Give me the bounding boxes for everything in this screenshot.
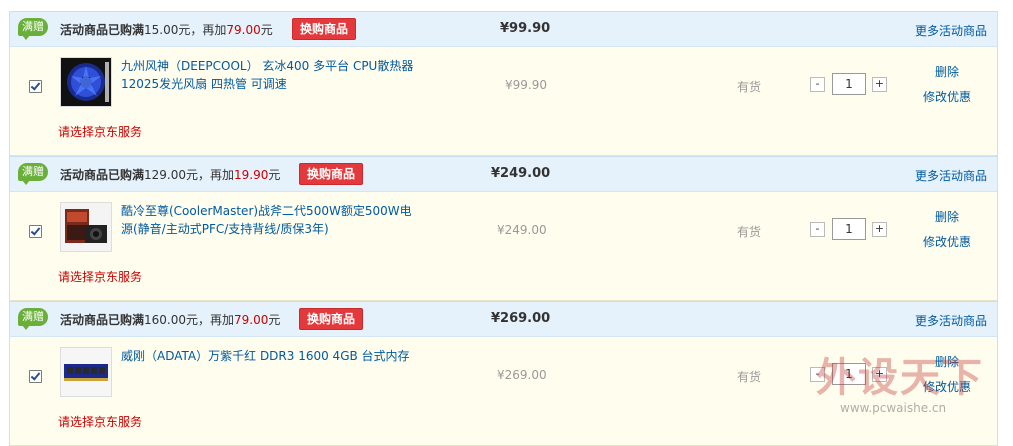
item-checkbox[interactable] [29, 370, 42, 383]
decrease-quantity-button[interactable]: - [810, 77, 825, 92]
jd-service-link[interactable]: 请选择京东服务 [58, 268, 142, 285]
more-promo-items-link[interactable]: 更多活动商品 [915, 167, 987, 184]
promo-header: 满赠 活动商品已购满160.00元，再加79.00元 换购商品 ¥269.00 … [10, 301, 997, 337]
product-title-link[interactable]: 酷冷至尊(CoolerMaster)战斧二代500W额定500W电源(静音/主动… [121, 202, 421, 238]
increase-quantity-button[interactable]: + [872, 77, 887, 92]
product-title-link[interactable]: 威刚（ADATA）万紫千红 DDR3 1600 4GB 台式内存 [121, 347, 421, 365]
jd-service-link[interactable]: 请选择京东服务 [58, 413, 142, 430]
more-promo-items-link[interactable]: 更多活动商品 [915, 312, 987, 329]
quantity-input[interactable]: 1 [832, 218, 866, 240]
promo-group: 满赠 活动商品已购满160.00元，再加79.00元 换购商品 ¥269.00 … [9, 301, 998, 446]
unit-price: ¥99.90 [505, 78, 547, 92]
group-total: ¥99.90 [500, 21, 551, 36]
unit-price: ¥269.00 [497, 368, 547, 382]
edit-promo-link[interactable]: 修改优惠 [923, 233, 971, 250]
group-total: ¥249.00 [491, 166, 551, 181]
quantity-input[interactable]: 1 [832, 73, 866, 95]
product-title-link[interactable]: 九州风神（DEEPCOOL） 玄冰400 多平台 CPU散热器 12025发光风… [121, 57, 421, 93]
swap-items-button[interactable]: 换购商品 [299, 163, 364, 185]
edit-promo-link[interactable]: 修改优惠 [923, 378, 971, 395]
product-image[interactable] [60, 347, 112, 397]
stock-status: 有货 [737, 370, 762, 384]
gift-tag: 满赠 [18, 308, 48, 330]
stock-status: 有货 [737, 80, 762, 94]
quantity-input[interactable]: 1 [832, 363, 866, 385]
promo-group: 满赠 活动商品已购满15.00元，再加79.00元 换购商品 ¥99.90 更多… [9, 11, 998, 156]
decrease-quantity-button[interactable]: - [810, 222, 825, 237]
jd-service-link[interactable]: 请选择京东服务 [58, 123, 142, 140]
product-image[interactable] [60, 202, 112, 252]
unit-price: ¥249.00 [497, 223, 547, 237]
promo-group: 满赠 活动商品已购满129.00元，再加19.90元 换购商品 ¥249.00 … [9, 156, 998, 301]
promo-text: 活动商品已购满129.00元，再加19.90元 [60, 168, 281, 182]
item-checkbox[interactable] [29, 80, 42, 93]
decrease-quantity-button[interactable]: - [810, 367, 825, 382]
cart-list: 满赠 活动商品已购满15.00元，再加79.00元 换购商品 ¥99.90 更多… [9, 0, 998, 446]
promo-text: 活动商品已购满15.00元，再加79.00元 [60, 23, 273, 37]
item-checkbox[interactable] [29, 225, 42, 238]
delete-link[interactable]: 删除 [935, 208, 959, 225]
promo-header: 满赠 活动商品已购满129.00元，再加19.90元 换购商品 ¥249.00 … [10, 156, 997, 192]
swap-items-button[interactable]: 换购商品 [299, 308, 364, 330]
group-total: ¥269.00 [491, 311, 551, 326]
product-image[interactable] [60, 57, 112, 107]
swap-items-button[interactable]: 换购商品 [292, 18, 357, 40]
increase-quantity-button[interactable]: + [872, 367, 887, 382]
cart-item-row: 酷冷至尊(CoolerMaster)战斧二代500W额定500W电源(静音/主动… [10, 192, 997, 301]
delete-link[interactable]: 删除 [935, 353, 959, 370]
increase-quantity-button[interactable]: + [872, 222, 887, 237]
gift-tag: 满赠 [18, 18, 48, 40]
gift-tag: 满赠 [18, 163, 48, 185]
cart-item-row: 九州风神（DEEPCOOL） 玄冰400 多平台 CPU散热器 12025发光风… [10, 47, 997, 156]
cart-item-row: 威刚（ADATA）万紫千红 DDR3 1600 4GB 台式内存 ¥269.00… [10, 337, 997, 446]
delete-link[interactable]: 删除 [935, 63, 959, 80]
stock-status: 有货 [737, 225, 762, 239]
promo-text: 活动商品已购满160.00元，再加79.00元 [60, 313, 281, 327]
more-promo-items-link[interactable]: 更多活动商品 [915, 22, 987, 39]
edit-promo-link[interactable]: 修改优惠 [923, 88, 971, 105]
promo-header: 满赠 活动商品已购满15.00元，再加79.00元 换购商品 ¥99.90 更多… [10, 11, 997, 47]
